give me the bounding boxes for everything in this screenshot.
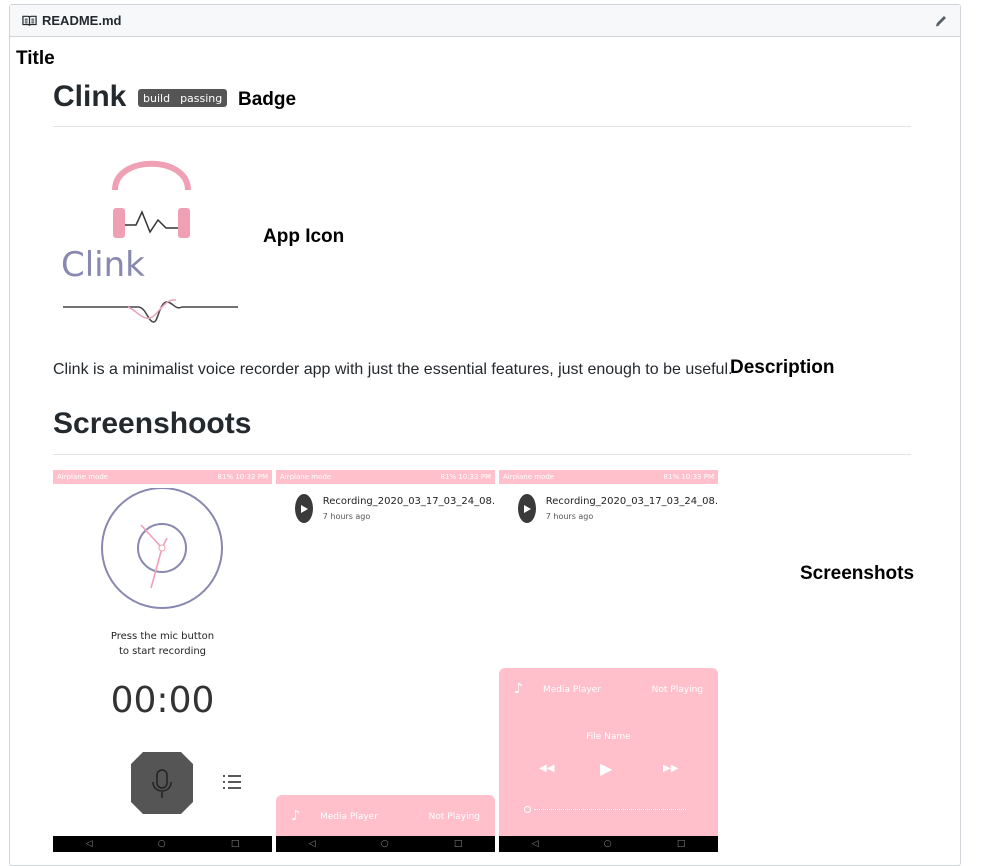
- logo-text: Clink: [61, 245, 145, 285]
- media-title: Media Player: [320, 812, 378, 822]
- badge-left: build: [143, 91, 171, 105]
- annotation-title: Title: [16, 48, 55, 69]
- annotation-app-icon: App Icon: [263, 226, 345, 247]
- media-status: Not Playing: [428, 812, 480, 822]
- screenshots-heading: Screenshoots: [53, 407, 252, 440]
- file-name: File Name: [586, 732, 631, 742]
- recording-item[interactable]: Recording_2020_03_17_03_24_08. 7 hours a…: [276, 484, 495, 523]
- pencil-icon[interactable]: [934, 14, 948, 28]
- back-icon[interactable]: ◁: [532, 839, 539, 849]
- app-logo: Clink: [61, 160, 238, 323]
- media-player-panel: ♪ Media Player Not Playing File Name ◀◀ …: [499, 668, 718, 842]
- status-left: Airplane mode: [503, 473, 555, 481]
- recording-name: Recording_2020_03_17_03_24_08.: [545, 496, 718, 507]
- status-right: 81% 10:33 PM: [440, 473, 491, 481]
- recents-icon[interactable]: □: [454, 839, 463, 849]
- badge-right: passing: [175, 91, 228, 105]
- home-icon[interactable]: ○: [381, 839, 389, 849]
- screenshot-recorder: Airplane mode 81% 10:32 PM Press the mic…: [53, 470, 272, 852]
- screenshot-media-player: Airplane mode 81% 10:33 PM Recording_202…: [499, 470, 718, 852]
- play-icon[interactable]: [518, 494, 536, 523]
- annotation-screenshots: Screenshots: [800, 563, 915, 584]
- status-right: 81% 10:33 PM: [663, 473, 714, 481]
- seek-bar[interactable]: [534, 809, 686, 810]
- back-icon[interactable]: ◁: [86, 839, 93, 849]
- recents-icon[interactable]: □: [677, 839, 686, 849]
- nav-bar: ◁ ○ □: [276, 836, 495, 852]
- prompt-line-1: Press the mic button: [110, 631, 215, 642]
- title-divider: [53, 126, 911, 127]
- status-left: Airplane mode: [280, 473, 332, 481]
- home-icon[interactable]: ○: [158, 839, 166, 849]
- music-note-icon: ♪: [514, 681, 523, 697]
- nav-bar: ◁ ○ □: [499, 836, 718, 852]
- back-icon[interactable]: ◁: [309, 839, 316, 849]
- seek-knob[interactable]: [524, 806, 531, 813]
- recording-item[interactable]: Recording_2020_03_17_03_24_08. 7 hours a…: [499, 484, 718, 523]
- build-badge[interactable]: build passing: [138, 89, 228, 107]
- timer-display: 00:00: [110, 680, 215, 721]
- recents-icon[interactable]: □: [231, 839, 240, 849]
- screenshot-recordings-list: Airplane mode 81% 10:33 PM Recording_202…: [276, 470, 495, 852]
- recording-time: 7 hours ago: [545, 512, 594, 521]
- media-title: Media Player: [543, 685, 601, 695]
- status-bar: Airplane mode 81% 10:32 PM: [53, 470, 272, 484]
- readme-title: Clink: [53, 80, 127, 113]
- status-bar: Airplane mode 81% 10:33 PM: [276, 470, 495, 484]
- rewind-icon[interactable]: ◀◀: [539, 763, 554, 774]
- recording-name: Recording_2020_03_17_03_24_08.: [322, 496, 495, 507]
- play-large-icon[interactable]: ▶: [600, 759, 612, 778]
- status-left: Airplane mode: [57, 473, 109, 481]
- readme-header: README.md: [10, 5, 960, 37]
- screenshots-divider: [53, 454, 911, 455]
- annotation-description: Description: [730, 357, 835, 378]
- book-icon: [22, 15, 37, 27]
- fast-forward-icon[interactable]: ▶▶: [663, 763, 678, 774]
- recording-time: 7 hours ago: [322, 512, 371, 521]
- play-icon[interactable]: [295, 494, 313, 523]
- media-status: Not Playing: [651, 685, 703, 695]
- mic-button[interactable]: [131, 752, 193, 814]
- status-right: 81% 10:32 PM: [217, 473, 268, 481]
- list-icon[interactable]: [223, 775, 241, 789]
- readme-description: Clink is a minimalist voice recorder app…: [53, 361, 733, 378]
- music-note-icon: ♪: [291, 808, 300, 824]
- home-icon[interactable]: ○: [604, 839, 612, 849]
- media-player-bar[interactable]: ♪ Media Player Not Playing: [276, 795, 495, 840]
- readme-filename: README.md: [42, 13, 122, 28]
- status-bar: Airplane mode 81% 10:33 PM: [499, 470, 718, 484]
- prompt-line-2: to start recording: [118, 646, 207, 657]
- annotation-badge: Badge: [238, 89, 297, 110]
- recorder-dial: [101, 488, 223, 609]
- nav-bar: ◁ ○ □: [53, 836, 272, 852]
